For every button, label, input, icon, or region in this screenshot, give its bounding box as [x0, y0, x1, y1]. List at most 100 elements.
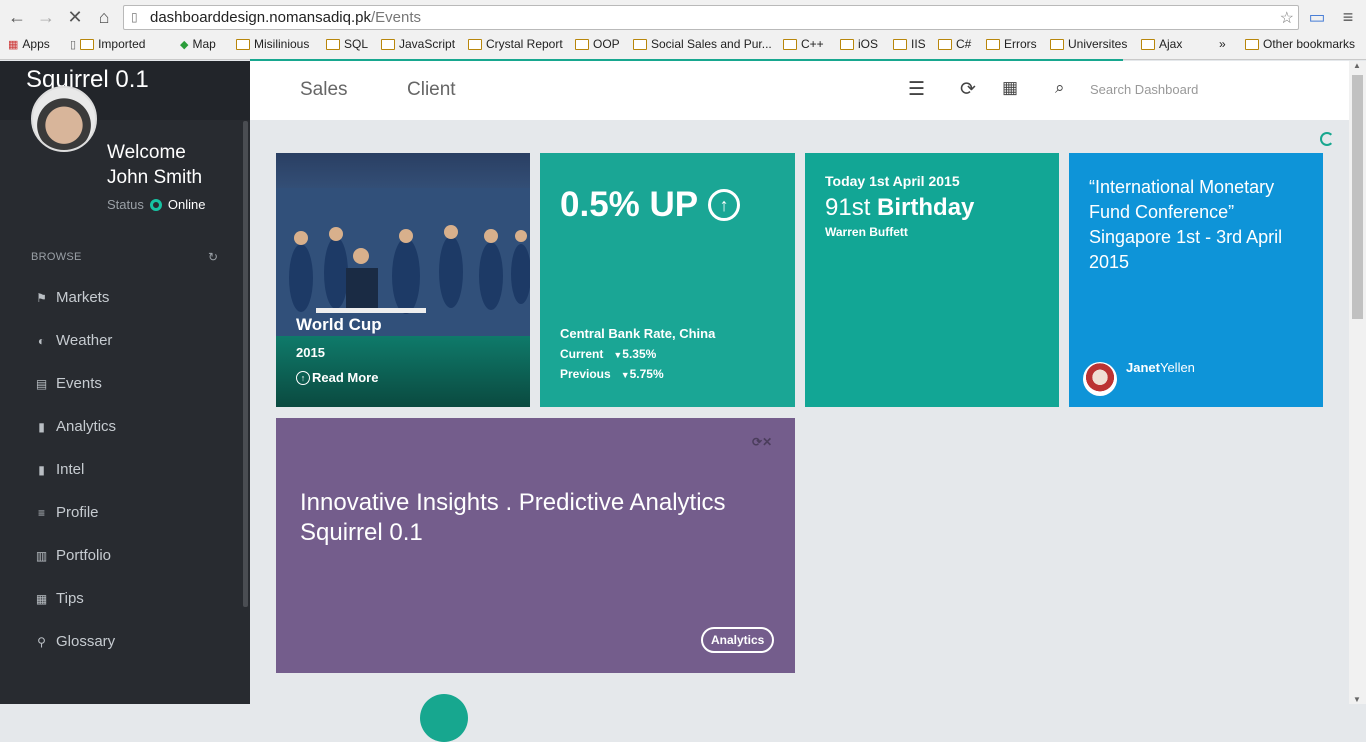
- bookmark-javascript[interactable]: JavaScript: [381, 37, 455, 51]
- arrow-up-circle-icon: ↑: [296, 370, 310, 385]
- grid-icon[interactable]: ▦: [1002, 78, 1018, 98]
- refresh-icon[interactable]: ⟳: [960, 78, 976, 101]
- rate-card: 0.5% UP ↑ Central Bank Rate, China Curren…: [540, 153, 795, 407]
- status-label: Status: [107, 197, 144, 212]
- insights-heading: Innovative Insights . Predictive Analyti…: [300, 489, 726, 546]
- bookmarks-bar: ▦ Apps ▯ Imported ◆ Map Misilinious SQL Jav…: [0, 34, 1366, 56]
- list-icon: ≡: [37, 505, 45, 520]
- folder-icon: [840, 38, 854, 50]
- quote-card: “International Monetary Fund Conference”…: [1069, 153, 1323, 407]
- sidebar-item-glossary[interactable]: ⚲ Glossary: [0, 620, 243, 663]
- rate-label: Central Bank Rate, China: [560, 326, 716, 341]
- browse-heading: BROWSE: [31, 251, 82, 263]
- bookmark-ios[interactable]: iOS: [840, 37, 878, 51]
- stop-icon[interactable]: ✕: [64, 6, 86, 28]
- close-icon[interactable]: ✕: [762, 435, 772, 449]
- browser-chrome: ← → ✕ ⌂ ▯ dashboarddesign.nomansadiq.pk/…: [0, 0, 1366, 60]
- bookmark-errors[interactable]: Errors: [986, 37, 1037, 51]
- sidebar-item-portfolio[interactable]: ▥ Portfolio: [0, 534, 243, 577]
- sidebar-scrollbar[interactable]: [243, 121, 248, 607]
- folder-icon: [326, 38, 340, 50]
- search-icon[interactable]: ⌕: [1055, 78, 1065, 98]
- forward-icon[interactable]: →: [35, 6, 57, 28]
- bookmark-csharp[interactable]: C#: [938, 37, 971, 51]
- caret-down-icon: ▼: [613, 350, 623, 360]
- folder-icon: [80, 38, 95, 50]
- apps-icon: ▦: [8, 38, 19, 51]
- search-input[interactable]: Search Dashboard: [1090, 82, 1198, 97]
- sidebar: Squirrel 0.1 Welcome John Smith Status O…: [0, 61, 250, 704]
- bookmark-misilinious[interactable]: Misilinious: [236, 37, 309, 51]
- caret-down-icon: ▼: [620, 370, 630, 380]
- bookmark-imported[interactable]: ▯ Imported: [70, 37, 145, 51]
- bookmark-icon: ▮: [38, 462, 45, 477]
- bookmarks-overflow[interactable]: »: [1219, 37, 1226, 51]
- bookmark-iis[interactable]: IIS: [893, 37, 926, 51]
- page-scrollbar[interactable]: ▲ ▼: [1349, 61, 1366, 704]
- bookmark-crystal-report[interactable]: Crystal Report: [468, 37, 563, 51]
- url-text: dashboarddesign.nomansadiq.pk/Events: [150, 9, 422, 26]
- sidebar-item-profile[interactable]: ≡ Profile: [0, 491, 243, 534]
- avatar[interactable]: [31, 86, 97, 152]
- folder-icon: [633, 38, 647, 50]
- pin-icon: ⚲: [37, 634, 46, 649]
- hamburger-icon[interactable]: ☰: [908, 78, 925, 101]
- bookmark-ajax[interactable]: Ajax: [1141, 37, 1182, 51]
- cast-icon[interactable]: ▭: [1306, 6, 1328, 28]
- back-icon[interactable]: ←: [6, 6, 28, 28]
- bookmark-social-sales[interactable]: Social Sales and Pur...: [633, 37, 772, 51]
- welcome-label: Welcome: [107, 142, 186, 163]
- sidebar-item-weather[interactable]: ◐ Weather: [0, 319, 243, 362]
- page-icon: ▯: [131, 10, 138, 24]
- folder-icon: [1141, 38, 1155, 50]
- refresh-icon[interactable]: ⟳: [752, 435, 762, 449]
- tab-client[interactable]: Client: [407, 79, 456, 101]
- sidebar-item-intel[interactable]: ▮ Intel: [0, 448, 243, 491]
- bookmark-universites[interactable]: Universites: [1050, 37, 1127, 51]
- user-name: John Smith: [107, 167, 203, 188]
- menu-icon[interactable]: ≡: [1337, 6, 1359, 28]
- folder-icon: [575, 38, 589, 50]
- tab-sales[interactable]: Sales: [300, 79, 348, 101]
- folder-icon: [236, 38, 250, 50]
- bookmark-cpp[interactable]: C++: [783, 37, 824, 51]
- folder-icon: [938, 38, 952, 50]
- scroll-down-icon[interactable]: ▼: [1353, 695, 1361, 704]
- rate-current: Current ▼5.35%: [560, 347, 657, 361]
- insights-card: ⟳✕ Innovative Insights . Predictive Anal…: [276, 418, 795, 673]
- scroll-up-icon[interactable]: ▲: [1353, 61, 1361, 70]
- floating-action-button[interactable]: [420, 694, 468, 742]
- loading-spinner-icon: [1320, 132, 1334, 146]
- contrast-icon: ◐: [37, 333, 46, 348]
- folder-icon: [783, 38, 797, 50]
- sidebar-item-markets[interactable]: ⚑ Markets: [0, 276, 243, 319]
- avatar: [1083, 362, 1117, 396]
- star-icon[interactable]: ☆: [1280, 8, 1294, 28]
- rate-previous: Previous ▼5.75%: [560, 367, 664, 381]
- quote-author: JanetYellen: [1126, 360, 1195, 375]
- refresh-icon[interactable]: ↻: [208, 250, 218, 264]
- read-more-link[interactable]: ↑ Read More: [296, 370, 378, 385]
- worldcup-card[interactable]: World Cup 2015 ↑ Read More: [276, 153, 530, 407]
- folder-icon: [1050, 38, 1064, 50]
- home-icon[interactable]: ⌂: [93, 6, 115, 28]
- bookmark-other[interactable]: Other bookmarks: [1245, 37, 1355, 51]
- sidebar-item-analytics[interactable]: ▮ Analytics: [0, 405, 243, 448]
- bookmark-icon: ▮: [38, 419, 45, 434]
- page-icon: ▯: [70, 38, 77, 51]
- bookmark-map[interactable]: ◆ Map: [180, 37, 216, 51]
- scrollbar-thumb[interactable]: [1352, 75, 1363, 319]
- analytics-tag-button[interactable]: Analytics: [701, 627, 775, 653]
- birthday-name: Warren Buffett: [825, 225, 908, 239]
- status-value: Online: [167, 197, 206, 212]
- book-icon: ▥: [35, 548, 48, 563]
- address-bar[interactable]: ▯ dashboarddesign.nomansadiq.pk/Events ☆: [123, 5, 1299, 30]
- document-icon: ▤: [35, 376, 48, 391]
- sidebar-item-events[interactable]: ▤ Events: [0, 362, 243, 405]
- bookmark-apps[interactable]: ▦ Apps: [8, 37, 50, 51]
- bookmark-sql[interactable]: SQL: [326, 37, 368, 51]
- sidebar-item-tips[interactable]: ▦ Tips: [0, 577, 243, 620]
- worldcup-title: World Cup: [296, 315, 382, 334]
- bookmark-oop[interactable]: OOP: [575, 37, 620, 51]
- folder-icon: [468, 38, 482, 50]
